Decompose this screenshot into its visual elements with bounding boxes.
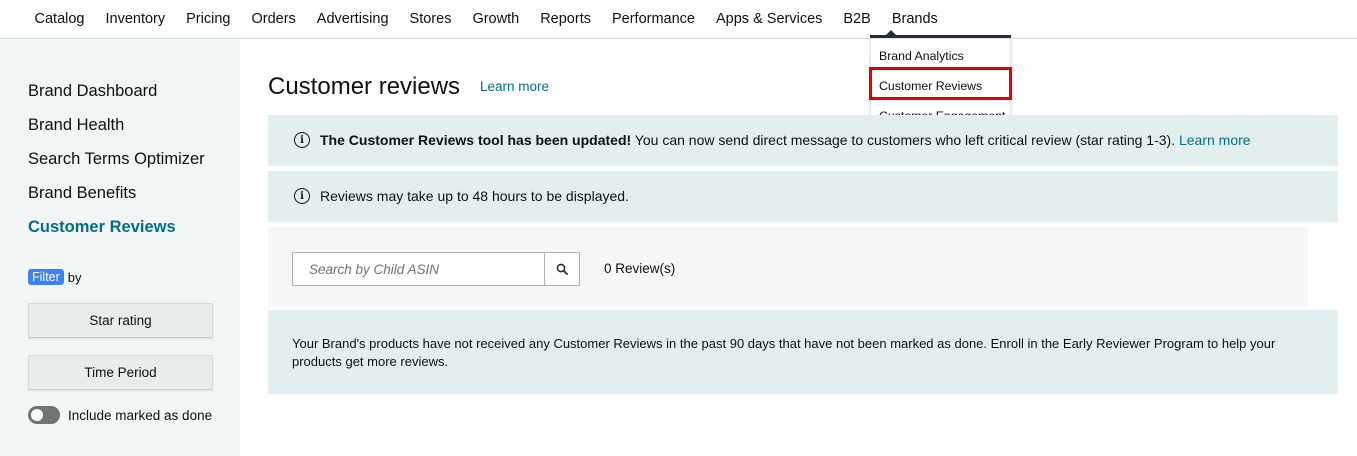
empty-state-box: Your Brand's products have not received … <box>268 310 1338 394</box>
nav-item-performance[interactable]: Performance <box>601 11 705 27</box>
delay-alert: i Reviews may take up to 48 hours to be … <box>268 171 1338 222</box>
toggle-knob <box>31 409 43 421</box>
filter-by-label: by <box>67 269 82 285</box>
review-count: 0 Review(s) <box>604 261 676 276</box>
nav-item-brands[interactable]: Brands <box>881 11 948 27</box>
sidebar-item-brand-dashboard[interactable]: Brand Dashboard <box>28 82 157 101</box>
info-icon: i <box>294 132 310 148</box>
time-period-button[interactable]: Time Period <box>28 355 213 390</box>
info-icon: i <box>294 188 310 204</box>
nav-item-growth[interactable]: Growth <box>462 11 530 27</box>
update-alert-body: You can now send direct message to custo… <box>631 132 1179 148</box>
nav-item-orders[interactable]: Orders <box>241 11 306 27</box>
search-input[interactable] <box>292 252 545 286</box>
filter-heading: Filter by <box>28 269 82 285</box>
sidebar-item-brand-benefits[interactable]: Brand Benefits <box>28 184 136 203</box>
sidebar-item-search-terms-optimizer[interactable]: Search Terms Optimizer <box>28 150 205 169</box>
nav-menu: Catalog Inventory Pricing Orders Adverti… <box>24 0 948 38</box>
page-title: Customer reviews <box>268 73 461 100</box>
include-done-toggle[interactable] <box>28 406 60 424</box>
update-alert-learn-more[interactable]: Learn more <box>1179 132 1251 148</box>
nav-item-apps-services[interactable]: Apps & Services <box>706 11 833 27</box>
update-alert-text: The Customer Reviews tool has been updat… <box>320 132 1251 148</box>
menu-item-brand-analytics[interactable]: Brand Analytics <box>879 49 964 63</box>
nav-item-stores[interactable]: Stores <box>399 11 462 27</box>
empty-state-message: Your Brand's products have not received … <box>292 336 1276 369</box>
learn-more-link[interactable]: Learn more <box>480 79 549 94</box>
sidebar: Brand Dashboard Brand Health Search Term… <box>0 40 240 456</box>
top-navigation: Catalog Inventory Pricing Orders Adverti… <box>0 0 1357 39</box>
nav-item-catalog[interactable]: Catalog <box>24 11 95 27</box>
star-rating-button[interactable]: Star rating <box>28 303 213 338</box>
delay-alert-text: Reviews may take up to 48 hours to be di… <box>320 188 629 204</box>
update-alert: i The Customer Reviews tool has been upd… <box>268 115 1338 166</box>
sidebar-item-customer-reviews[interactable]: Customer Reviews <box>28 218 176 237</box>
update-alert-bold: The Customer Reviews tool has been updat… <box>320 132 632 148</box>
include-done-label: Include marked as done <box>68 407 213 423</box>
nav-item-reports[interactable]: Reports <box>530 11 602 27</box>
sidebar-item-brand-health[interactable]: Brand Health <box>28 116 124 135</box>
search-button[interactable] <box>544 252 580 286</box>
filter-chip: Filter <box>28 269 64 285</box>
search-icon <box>556 263 568 275</box>
nav-item-advertising[interactable]: Advertising <box>306 11 399 27</box>
nav-item-b2b[interactable]: B2B <box>833 11 881 27</box>
nav-item-inventory[interactable]: Inventory <box>95 11 176 27</box>
highlight-box <box>869 67 1012 100</box>
nav-item-pricing[interactable]: Pricing <box>176 11 241 27</box>
include-done-row: Include marked as done <box>28 406 212 424</box>
